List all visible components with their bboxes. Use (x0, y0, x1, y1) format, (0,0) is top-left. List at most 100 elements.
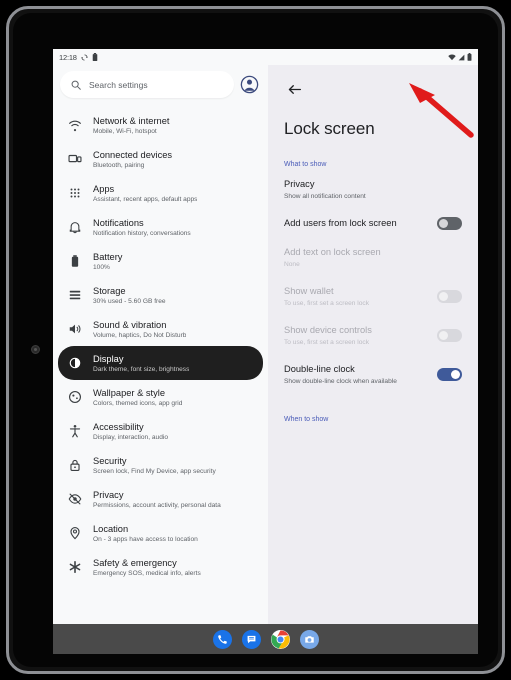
apps-grid-icon (68, 186, 82, 200)
sidebar-item-text: Accessibility Display, interaction, audio (93, 421, 168, 442)
sidebar-item-text: Security Screen lock, Find My Device, app… (93, 455, 216, 476)
taskbar (53, 624, 478, 654)
sidebar-item-label: Network & internet (93, 115, 170, 126)
wifi-icon (448, 53, 456, 60)
battery-icon (68, 254, 82, 268)
preference-row-add-users-from-lock-screen[interactable]: Add users from lock screen (284, 209, 462, 238)
sidebar-item-text: Battery 100% (93, 251, 122, 272)
toggle-knob (439, 331, 448, 340)
sidebar-item-text: Location On - 3 apps have access to locat… (93, 523, 198, 544)
toggle-switch (437, 290, 462, 303)
settings-split-view: Search settings Network & internet Mobile… (53, 65, 478, 624)
search-placeholder-text: Search settings (89, 79, 148, 90)
sidebar-item-notifications[interactable]: Notifications Notification history, conve… (58, 210, 263, 244)
sidebar-item-summary: Display, interaction, audio (93, 433, 169, 441)
sidebar-item-label: Apps (93, 183, 115, 194)
preference-title: Show wallet (284, 286, 334, 296)
wifi-icon (68, 118, 82, 132)
taskbar-app-camera[interactable] (299, 629, 319, 649)
volume-icon (68, 322, 82, 336)
sidebar-item-connected-devices[interactable]: Connected devices Bluetooth, pairing (58, 142, 263, 176)
storage-icon (68, 288, 82, 302)
phone-icon (217, 634, 227, 644)
taskbar-app-chrome[interactable] (270, 629, 290, 649)
sidebar-item-text: Safety & emergency Emergency SOS, medical… (93, 557, 201, 578)
battery-icon (467, 53, 472, 61)
sidebar-item-summary: Mobile, Wi-Fi, hotspot (93, 127, 157, 135)
sidebar-item-safety-emergency[interactable]: Safety & emergency Emergency SOS, medical… (58, 550, 263, 584)
preference-text: Privacy Show all notification content (284, 178, 462, 201)
sidebar-item-apps[interactable]: Apps Assistant, recent apps, default apps (58, 176, 263, 210)
preference-row-double-line-clock[interactable]: Double-line clock Show double-line clock … (284, 355, 462, 394)
sidebar-item-text: Wallpaper & style Colors, themed icons, a… (93, 387, 182, 408)
status-bar-clock: 12:18 (59, 52, 77, 62)
bell-icon (68, 220, 82, 234)
tablet-device-frame: 12:18 Search settings Network & internet… (6, 6, 505, 674)
sidebar-item-label: Privacy (93, 489, 124, 500)
account-circle-icon[interactable] (240, 75, 259, 94)
messages-icon (247, 635, 255, 643)
preference-summary: To use, first set a screen lock (284, 339, 370, 346)
search-input[interactable]: Search settings (60, 71, 234, 98)
toggle-knob (439, 219, 448, 228)
sidebar-item-summary: Emergency SOS, medical info, alerts (93, 569, 201, 577)
camera-icon (304, 635, 314, 643)
search-icon (71, 80, 81, 90)
toggle-switch[interactable] (437, 217, 462, 230)
taskbar-app-phone[interactable] (212, 629, 232, 649)
preference-summary: To use, first set a screen lock (284, 300, 370, 307)
sidebar-item-battery[interactable]: Battery 100% (58, 244, 263, 278)
preference-text: Add text on lock screen None (284, 246, 462, 269)
sidebar-item-text: Storage 30% used - 5.60 GB free (93, 285, 166, 306)
sidebar-item-summary: Screen lock, Find My Device, app securit… (93, 467, 216, 475)
sidebar-item-label: Notifications (93, 217, 144, 228)
front-camera-icon (31, 345, 40, 354)
status-bar-right (448, 53, 472, 61)
sidebar-item-summary: Dark theme, font size, brightness (93, 365, 190, 373)
sidebar-item-privacy[interactable]: Privacy Permissions, account activity, pe… (58, 482, 263, 516)
toggle-switch (437, 329, 462, 342)
preference-text: Double-line clock Show double-line clock … (284, 363, 429, 386)
sidebar-item-label: Battery (93, 251, 123, 262)
preference-row-show-device-controls[interactable]: Show device controls To use, first set a … (284, 316, 462, 355)
sync-icon (81, 53, 88, 61)
sidebar-item-text: Privacy Permissions, account activity, pe… (93, 489, 221, 510)
sidebar-item-summary: Assistant, recent apps, default apps (93, 195, 198, 203)
preference-title: Privacy (284, 179, 315, 189)
sidebar-item-label: Security (93, 455, 127, 466)
sidebar-item-label: Storage (93, 285, 126, 296)
back-arrow-icon[interactable] (284, 79, 304, 99)
preference-row-show-wallet[interactable]: Show wallet To use, first set a screen lo… (284, 277, 462, 316)
toggle-knob (439, 292, 448, 301)
sidebar-item-location[interactable]: Location On - 3 apps have access to locat… (58, 516, 263, 550)
settings-nav-list: Network & internet Mobile, Wi-Fi, hotspot… (58, 108, 263, 584)
sidebar-item-accessibility[interactable]: Accessibility Display, interaction, audio (58, 414, 263, 448)
preference-title: Add text on lock screen (284, 247, 381, 257)
taskbar-app-messages[interactable] (241, 629, 261, 649)
palette-icon (68, 390, 82, 404)
section-label-when-to-show: When to show (284, 416, 329, 423)
sidebar-item-wallpaper-style[interactable]: Wallpaper & style Colors, themed icons, a… (58, 380, 263, 414)
sidebar-item-storage[interactable]: Storage 30% used - 5.60 GB free (58, 278, 263, 312)
preference-summary: None (284, 261, 300, 268)
sidebar-item-network-internet[interactable]: Network & internet Mobile, Wi-Fi, hotspot (58, 108, 263, 142)
preference-text: Add users from lock screen (284, 217, 429, 230)
toggle-switch[interactable] (437, 368, 462, 381)
sidebar-item-display[interactable]: Display Dark theme, font size, brightness (58, 346, 263, 380)
page-title: Lock screen (284, 119, 375, 138)
preference-title: Show device controls (284, 325, 372, 335)
sidebar-item-security[interactable]: Security Screen lock, Find My Device, app… (58, 448, 263, 482)
status-bar-left: 12:18 (59, 53, 98, 62)
sidebar-item-summary: On - 3 apps have access to location (93, 535, 198, 543)
preference-row-add-text-on-lock-screen[interactable]: Add text on lock screen None (284, 238, 462, 277)
sidebar-item-text: Notifications Notification history, conve… (93, 217, 191, 238)
sidebar-item-label: Display (93, 353, 124, 364)
preference-row-privacy[interactable]: Privacy Show all notification content (284, 170, 462, 209)
sidebar-item-text: Connected devices Bluetooth, pairing (93, 149, 172, 170)
sidebar-item-summary: 100% (93, 263, 110, 271)
lock-screen-detail-panel: Lock screen What to show Privacy Show all… (268, 65, 478, 624)
sidebar-item-text: Network & internet Mobile, Wi-Fi, hotspot (93, 115, 169, 136)
sidebar-item-sound-vibration[interactable]: Sound & vibration Volume, haptics, Do Not… (58, 312, 263, 346)
preference-title: Double-line clock (284, 364, 355, 374)
sidebar-item-label: Wallpaper & style (93, 387, 165, 398)
